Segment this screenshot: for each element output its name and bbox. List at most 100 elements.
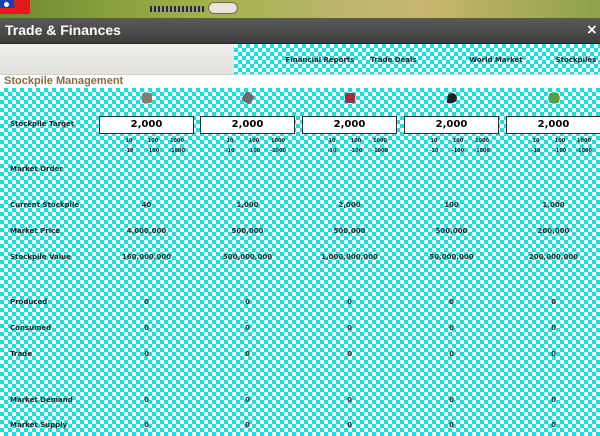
decrement-button[interactable]: -10	[222, 148, 238, 154]
value-produced: 0	[449, 298, 454, 306]
stockpile-target-input[interactable]: 2,000	[404, 116, 499, 134]
increment-button[interactable]: 10	[528, 138, 544, 144]
decrement-button[interactable]: -100	[450, 148, 466, 154]
decrement-button[interactable]: -1000	[169, 148, 185, 154]
value-stockpile-value: 160,000,000	[121, 253, 172, 261]
value-market-price: 4,000,000	[126, 227, 167, 235]
value-market-supply: 0	[144, 421, 149, 429]
value-produced: 0	[551, 298, 556, 306]
increment-button[interactable]: 1000	[474, 138, 490, 144]
increment-button[interactable]: 1000	[372, 138, 388, 144]
increment-button[interactable]: 100	[348, 138, 364, 144]
lumber-icon	[142, 93, 152, 103]
decrement-button[interactable]: -100	[246, 148, 262, 154]
value-trade: 0	[347, 350, 352, 358]
value-market-demand: 0	[449, 396, 454, 404]
country-flag-icon[interactable]	[0, 0, 30, 14]
value-trade: 0	[551, 350, 556, 358]
value-trade: 0	[245, 350, 250, 358]
value-consumed: 0	[245, 324, 250, 332]
label-current-stockpile: Current Stockpile	[10, 201, 80, 209]
label-produced: Produced	[10, 298, 48, 306]
value-produced: 0	[144, 298, 149, 306]
stockpile-target-input[interactable]: 2,000	[99, 116, 194, 134]
tab-trade-deals[interactable]: Trade Deals	[366, 53, 421, 67]
value-trade: 0	[449, 350, 454, 358]
value-produced: 0	[245, 298, 250, 306]
value-current-stockpile: 1,000	[542, 201, 565, 209]
value-market-demand: 0	[551, 396, 556, 404]
value-market-demand: 0	[245, 396, 250, 404]
increment-button[interactable]: 10	[121, 138, 137, 144]
value-stockpile-value: 1,000,000,000	[321, 253, 378, 261]
window-title: Trade & Finances	[5, 22, 121, 38]
hud-dial-icon[interactable]	[208, 2, 238, 14]
decrement-button[interactable]: -10	[426, 148, 442, 154]
value-market-supply: 0	[449, 421, 454, 429]
value-market-price: 500,000	[333, 227, 366, 235]
stockpile-panel	[0, 88, 600, 436]
value-stockpile-value: 500,000,000	[222, 253, 273, 261]
decrement-button[interactable]: -1000	[576, 148, 592, 154]
label-market-price: Market Price	[10, 227, 61, 235]
value-market-price: 500,000	[435, 227, 468, 235]
increment-button[interactable]: 1000	[169, 138, 185, 144]
increment-button[interactable]: 100	[246, 138, 262, 144]
tabs-area: Financial Reports Trade Deals World Mark…	[234, 44, 600, 74]
decrement-button[interactable]: -1000	[372, 148, 388, 154]
label-stockpile-target: Stockpile Target	[10, 120, 75, 128]
increment-button[interactable]: 100	[145, 138, 161, 144]
label-market-demand: Market Demand	[10, 396, 73, 404]
value-market-demand: 0	[144, 396, 149, 404]
value-stockpile-value: 200,000,000	[528, 253, 579, 261]
close-button[interactable]: ×	[586, 21, 600, 39]
increment-button[interactable]: 10	[426, 138, 442, 144]
label-market-order: Market Order	[10, 165, 63, 173]
section-title: Stockpile Management	[4, 75, 124, 87]
label-stockpile-value: Stockpile Value	[10, 253, 71, 261]
decrement-button[interactable]: -1000	[270, 148, 286, 154]
decrement-button[interactable]: -10	[324, 148, 340, 154]
food-icon	[549, 93, 559, 103]
decrement-button[interactable]: -10	[528, 148, 544, 154]
value-consumed: 0	[551, 324, 556, 332]
stockpile-target-input[interactable]: 2,000	[200, 116, 295, 134]
increment-button[interactable]: 100	[450, 138, 466, 144]
label-consumed: Consumed	[10, 324, 52, 332]
increment-button[interactable]: 10	[222, 138, 238, 144]
value-current-stockpile: 1,000	[236, 201, 259, 209]
value-market-price: 200,000	[537, 227, 570, 235]
tab-world-market[interactable]: World Market	[466, 53, 526, 67]
increment-button[interactable]: 100	[552, 138, 568, 144]
value-market-supply: 0	[245, 421, 250, 429]
game-hud-strip	[0, 0, 600, 18]
value-current-stockpile: 40	[141, 201, 152, 209]
decrement-button[interactable]: -1000	[474, 148, 490, 154]
value-consumed: 0	[347, 324, 352, 332]
value-stockpile-value: 50,000,000	[429, 253, 474, 261]
increment-button[interactable]: 1000	[576, 138, 592, 144]
label-market-supply: Market Supply	[10, 421, 68, 429]
stockpile-target-input[interactable]: 2,000	[506, 116, 600, 134]
value-market-supply: 0	[347, 421, 352, 429]
value-current-stockpile: 2,000	[338, 201, 361, 209]
decrement-button[interactable]: -100	[348, 148, 364, 154]
value-market-supply: 0	[551, 421, 556, 429]
tab-financial-reports[interactable]: Financial Reports	[284, 53, 356, 67]
value-market-demand: 0	[347, 396, 352, 404]
increment-button[interactable]: 1000	[270, 138, 286, 144]
decrement-button[interactable]: -10	[121, 148, 137, 154]
value-current-stockpile: 100	[444, 201, 459, 209]
oil-icon	[447, 93, 457, 103]
value-produced: 0	[347, 298, 352, 306]
stockpile-target-input[interactable]: 2,000	[302, 116, 397, 134]
value-consumed: 0	[449, 324, 454, 332]
tab-stockpiles[interactable]: Stockpiles	[552, 53, 600, 67]
label-trade: Trade	[10, 350, 32, 358]
decrement-button[interactable]: -100	[552, 148, 568, 154]
value-consumed: 0	[144, 324, 149, 332]
tab-bar: Financial Reports Trade Deals World Mark…	[0, 44, 600, 74]
increment-button[interactable]: 10	[324, 138, 340, 144]
decrement-button[interactable]: -100	[145, 148, 161, 154]
window-titlebar: Trade & Finances ×	[0, 18, 600, 44]
